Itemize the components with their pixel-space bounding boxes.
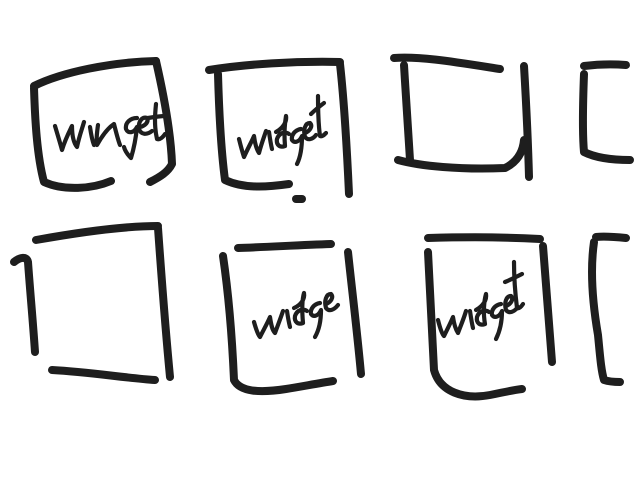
box-row2-col4 [587, 232, 630, 386]
box-label: widget [103, 123, 107, 126]
box-row1-col3 [390, 53, 533, 181]
box-row2-col2: widge [219, 240, 365, 396]
sketch-drawing: widget widget widge widget [10, 53, 634, 401]
box-row2-col1 [10, 222, 174, 384]
box-label: widge [292, 314, 295, 316]
box-row1-col2: widget [205, 57, 353, 203]
sketch-canvas: widget widget widge widget [0, 0, 640, 480]
box-row1-col1: widget [30, 57, 176, 192]
box-row1-col4 [578, 60, 634, 164]
box-row2-col3: widget [424, 233, 556, 401]
